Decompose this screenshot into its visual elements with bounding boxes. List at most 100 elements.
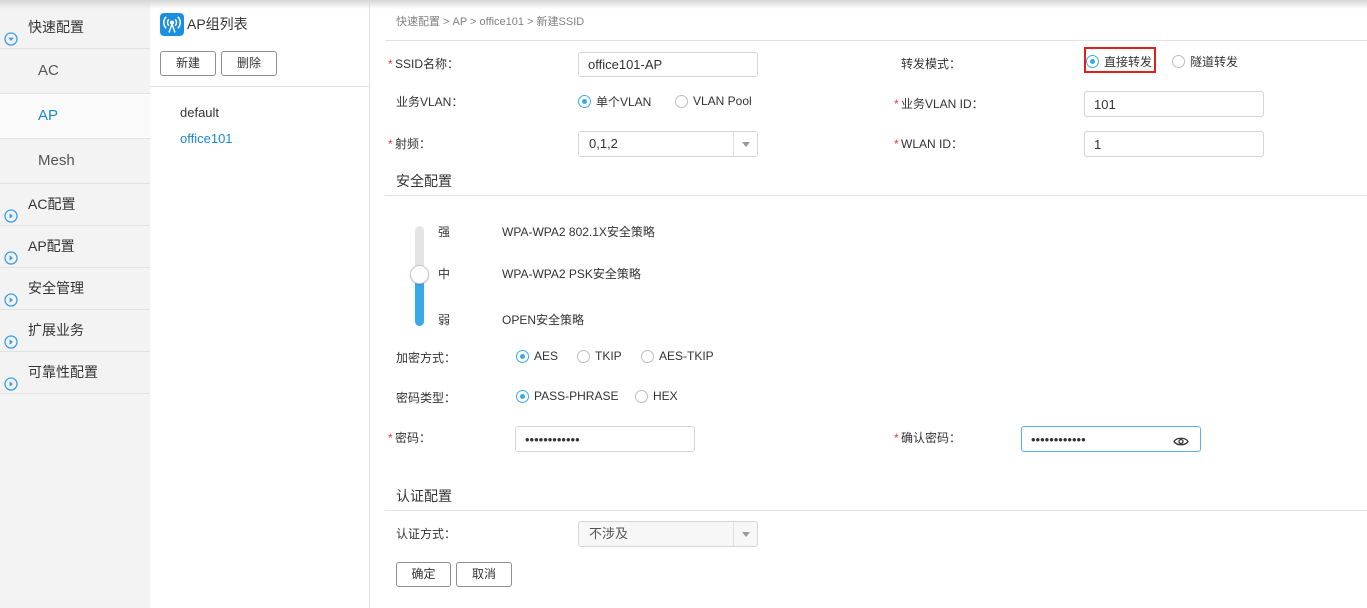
service-vlan-label: 业务VLAN：: [396, 95, 464, 109]
chevron-right-circle-icon: [4, 282, 18, 307]
security-policy-medium: WPA-WPA2 PSK安全策略: [502, 267, 641, 281]
radio-forward-tunnel[interactable]: 隧道转发: [1172, 52, 1238, 70]
radio-circle: [1172, 54, 1185, 68]
sidebar-group-reliability[interactable]: 可靠性配置: [0, 352, 150, 394]
sidebar-item-ap[interactable]: AP: [0, 94, 150, 139]
sidebar-group-label: 扩展业务: [28, 322, 84, 338]
radio-label: HEX: [653, 389, 678, 403]
required-mark: *: [388, 137, 393, 151]
ssid-name-input[interactable]: [578, 52, 758, 77]
sidebar-item-label: Mesh: [38, 152, 75, 169]
security-level-weak: 弱: [438, 313, 451, 327]
radio-label: 单个VLAN: [596, 94, 652, 109]
sidebar-item-label: AP: [38, 107, 59, 124]
label-text: 密码：: [395, 431, 432, 445]
radio-aes-tkip[interactable]: AES-TKIP: [641, 347, 714, 365]
security-slider-handle[interactable]: [410, 264, 429, 284]
radio-hex[interactable]: HEX: [635, 387, 678, 405]
sidebar-group-extended-services[interactable]: 扩展业务: [0, 310, 150, 352]
select-value: 不涉及: [589, 526, 629, 541]
delete-group-button[interactable]: 删除: [221, 51, 277, 76]
wlan-id-label: * WLAN ID：: [894, 135, 963, 153]
security-policy-strong: WPA-WPA2 802.1X安全策略: [502, 225, 655, 239]
security-level-slider[interactable]: [409, 226, 430, 326]
confirm-password-label: * 确认密码：: [894, 429, 961, 447]
ap-group-panel: AP组列表 新建 删除 default office101: [150, 0, 370, 608]
sidebar-item-ac[interactable]: AC: [0, 49, 150, 94]
service-vlan-id-label: * 业务VLAN ID：: [894, 95, 984, 113]
required-mark: *: [388, 57, 393, 71]
security-level-medium: 中: [438, 267, 451, 281]
radio-circle: [578, 94, 591, 108]
security-level-strong: 强: [438, 225, 451, 239]
cancel-button[interactable]: 取消: [456, 562, 512, 587]
radio-circle: [641, 349, 654, 363]
divider: [385, 40, 1367, 41]
sidebar-item-label: AC: [38, 62, 59, 79]
required-mark: *: [388, 431, 393, 445]
required-mark: *: [894, 431, 899, 445]
label-text: SSID名称：: [395, 57, 460, 71]
chevron-right-circle-icon: [4, 324, 18, 349]
radio-tkip[interactable]: TKIP: [577, 347, 622, 365]
chevron-down-circle-icon: [4, 21, 18, 46]
chevron-right-circle-icon: [4, 366, 18, 391]
new-group-button[interactable]: 新建: [160, 51, 216, 76]
radio-label: 隧道转发: [1190, 54, 1239, 69]
ap-group-item-default[interactable]: default: [180, 104, 219, 122]
eye-icon[interactable]: [1173, 434, 1189, 446]
sidebar-group-ac-config[interactable]: AC配置: [0, 184, 150, 226]
radio-label: 直接转发: [1104, 54, 1153, 69]
wlan-id-input[interactable]: [1084, 131, 1264, 157]
auth-method-select[interactable]: 不涉及: [578, 521, 758, 547]
radio-pass-phrase[interactable]: PASS-PHRASE: [516, 387, 618, 405]
sidebar-group-label: AC配置: [28, 196, 76, 212]
radio-circle: [635, 389, 648, 403]
radio-label: AES: [534, 349, 559, 363]
radio-label: VLAN Pool: [693, 94, 752, 108]
radio-circle: [1086, 54, 1099, 68]
radio-label: PASS-PHRASE: [534, 389, 619, 403]
sidebar-group-label: 快速配置: [28, 19, 84, 35]
ssid-form-panel: 快速配置 > AP > office101 > 新建SSID * SSID名称： …: [370, 0, 1367, 608]
radio-circle: [577, 349, 590, 363]
chevron-right-circle-icon: [4, 198, 18, 223]
label-text: 射频：: [395, 137, 432, 151]
radio-circle: [516, 349, 529, 363]
sidebar-group-ap-config[interactable]: AP配置: [0, 226, 150, 268]
radio-band-label: * 射频：: [388, 135, 431, 153]
header-shadow: [0, 0, 1367, 9]
radio-vlan-pool[interactable]: VLAN Pool: [675, 92, 752, 110]
security-section-title: 安全配置: [396, 173, 452, 189]
password-type-label: 密码类型：: [396, 391, 457, 405]
sidebar-group-label: 安全管理: [28, 280, 84, 296]
label-text: 业务VLAN ID：: [901, 97, 984, 111]
radio-label: TKIP: [595, 349, 622, 363]
sidebar-group-label: 可靠性配置: [28, 364, 98, 380]
divider: [385, 195, 1367, 196]
label-text: 确认密码：: [901, 431, 962, 445]
sidebar-item-mesh[interactable]: Mesh: [0, 139, 150, 184]
radio-band-select[interactable]: 0,1,2: [578, 131, 758, 157]
ap-wireless-icon: [160, 13, 184, 36]
ap-group-panel-title: AP组列表: [187, 16, 248, 32]
radio-circle: [675, 94, 688, 108]
forward-mode-label: 转发模式：: [901, 57, 962, 71]
radio-aes[interactable]: AES: [516, 347, 558, 365]
required-mark: *: [894, 97, 899, 111]
ok-button[interactable]: 确定: [396, 562, 451, 587]
sidebar-group-quick-config[interactable]: 快速配置: [0, 7, 150, 49]
security-policy-weak: OPEN安全策略: [502, 313, 585, 327]
password-input[interactable]: [515, 426, 695, 452]
radio-forward-direct[interactable]: 直接转发: [1086, 52, 1152, 70]
ssid-name-label: * SSID名称：: [388, 55, 459, 73]
select-value: 0,1,2: [589, 136, 618, 151]
radio-single-vlan[interactable]: 单个VLAN: [578, 92, 651, 110]
auth-method-label: 认证方式：: [396, 527, 457, 541]
ap-group-item-office101[interactable]: office101: [180, 130, 233, 148]
dropdown-arrow-icon[interactable]: [733, 522, 757, 546]
sidebar-group-security[interactable]: 安全管理: [0, 268, 150, 310]
service-vlan-id-input[interactable]: [1084, 91, 1264, 117]
dropdown-arrow-icon[interactable]: [733, 132, 757, 156]
sidebar-nav: 快速配置 AC AP Mesh AC配置 AP配置 安全管理 扩展业务 可靠性配…: [0, 0, 150, 608]
